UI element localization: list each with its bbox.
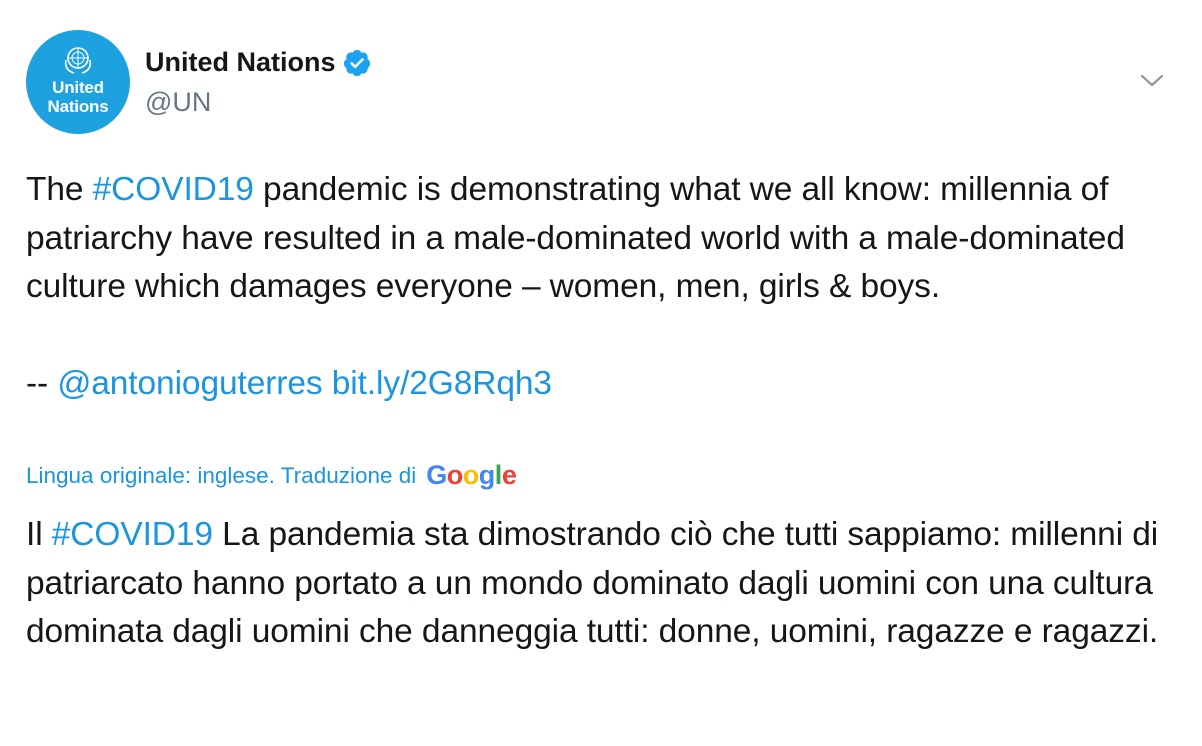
hashtag-link[interactable]: #COVID19 <box>93 171 254 208</box>
google-logo-letter: G <box>426 460 447 490</box>
translation-hashtag-link[interactable]: #COVID19 <box>52 516 213 553</box>
display-name[interactable]: United Nations <box>145 47 336 78</box>
verified-badge-icon <box>343 49 370 76</box>
google-logo: Google <box>426 460 517 491</box>
google-logo-letter: e <box>501 460 517 490</box>
tweet-text-start: The <box>26 171 93 208</box>
avatar-logo-line1: United <box>52 78 104 97</box>
avatar[interactable]: United Nations <box>26 30 130 134</box>
translation-note: Lingua originale: inglese. Traduzione di… <box>26 460 517 491</box>
translation-note-text: Lingua originale: inglese. Traduzione di <box>26 462 417 488</box>
mention-link[interactable]: @antonioguterres <box>57 365 322 402</box>
google-logo-letter: o <box>462 460 480 490</box>
author-name-row: United Nations <box>145 47 372 78</box>
chevron-down-icon[interactable] <box>1138 70 1166 90</box>
google-logo-letter: o <box>446 460 464 490</box>
google-logo-letter: l <box>494 460 503 490</box>
google-logo-letter: g <box>478 460 496 490</box>
un-emblem-icon <box>64 47 92 74</box>
signature-prefix: -- <box>26 365 58 402</box>
translation-prefix: Il <box>26 516 52 553</box>
translated-text: Il #COVID19 La pandemia sta dimostrando … <box>26 511 1186 657</box>
handle[interactable]: @UN <box>145 87 211 118</box>
tweet-paragraph: The #COVID19 pandemic is demonstrating w… <box>26 166 1186 312</box>
url-link[interactable]: bit.ly/2G8Rqh3 <box>332 365 552 402</box>
avatar-logo-line2: Nations <box>47 97 109 116</box>
tweet-signature: -- @antonioguterres bit.ly/2G8Rqh3 <box>26 360 1186 409</box>
tweet-text: The #COVID19 pandemic is demonstrating w… <box>26 166 1186 409</box>
